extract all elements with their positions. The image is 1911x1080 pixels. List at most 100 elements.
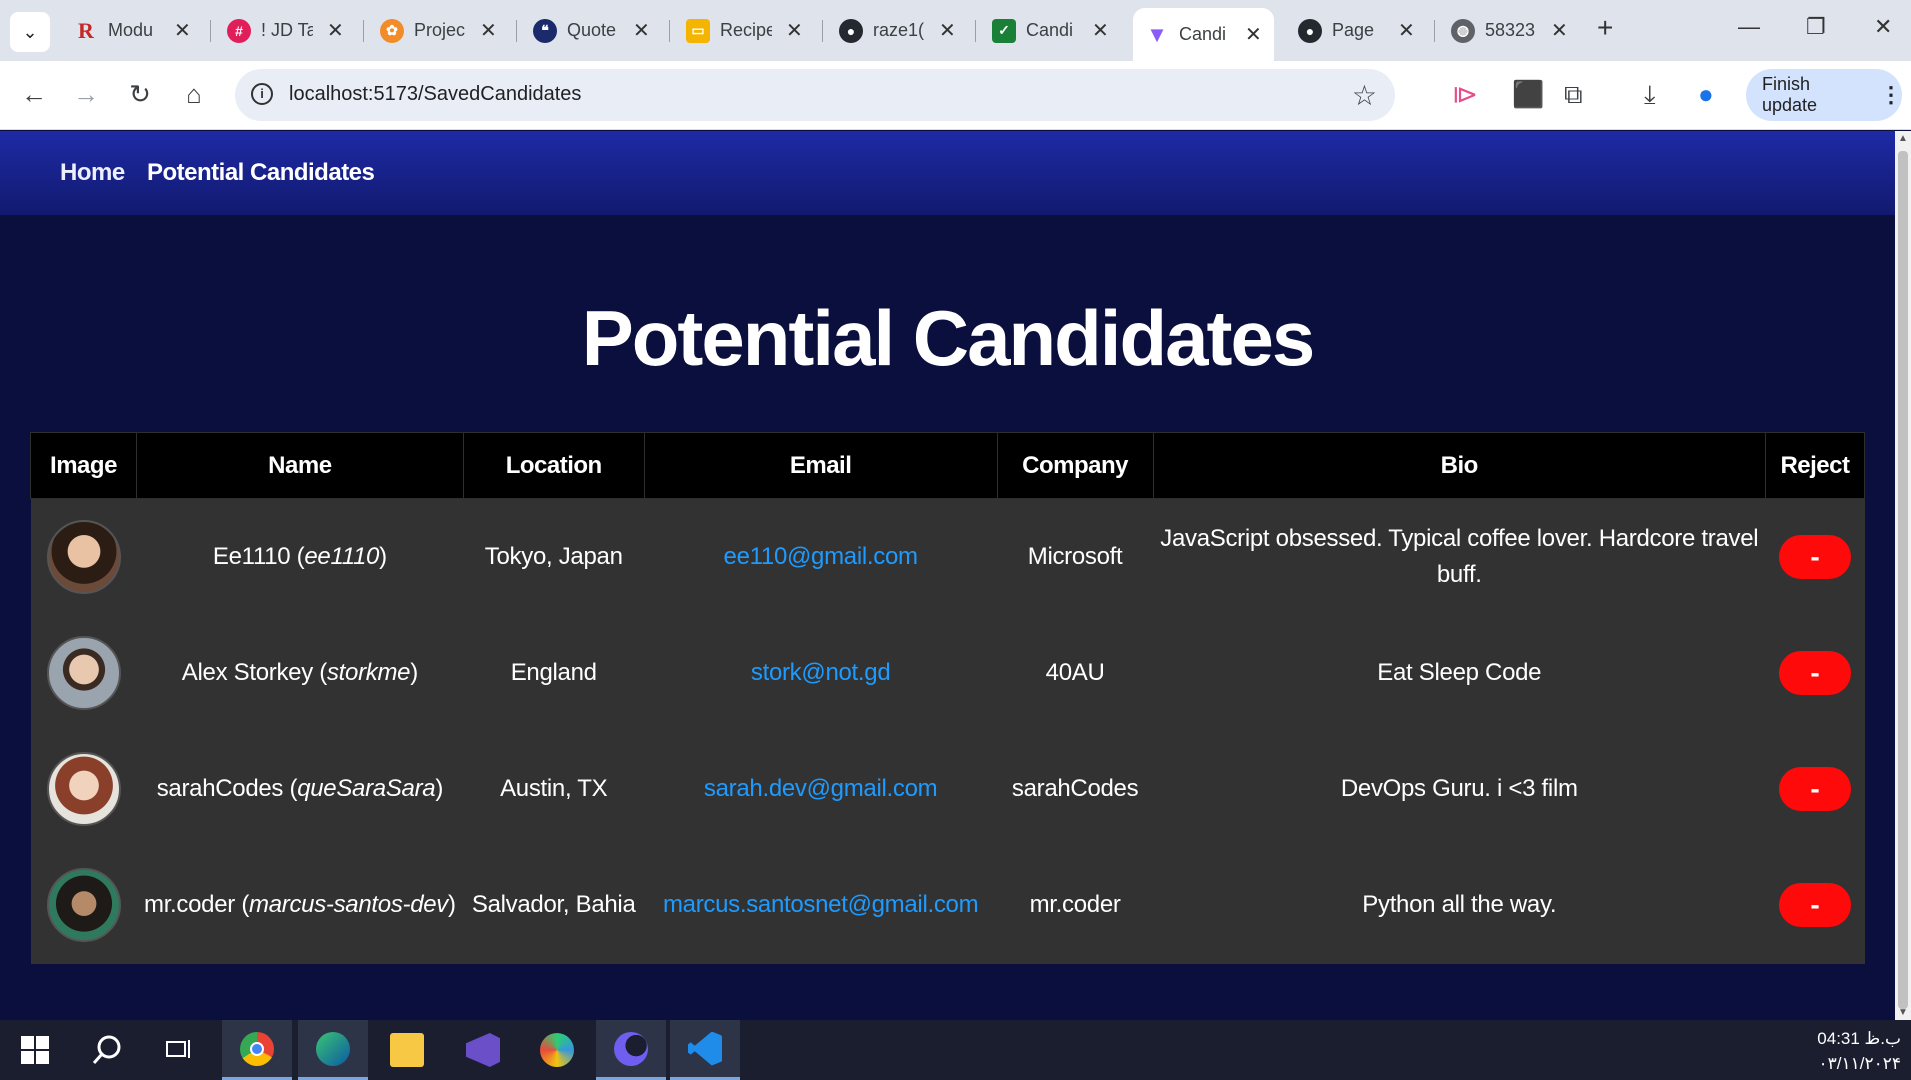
candidate-location: Tokyo, Japan — [463, 498, 645, 615]
nav-link-potential-candidates[interactable]: Potential Candidates — [147, 159, 375, 187]
clock-date: ۰۳/۱۱/۲۰۲۴ — [1818, 1054, 1902, 1073]
candidate-avatar — [46, 868, 121, 942]
reload-icon[interactable]: ↻ — [124, 79, 156, 110]
table-row: Alex Storkey (storkme) England stork@not… — [30, 614, 1865, 731]
tab-label: Quote — [567, 20, 617, 40]
column-header-reject: Reject — [1764, 432, 1866, 499]
file-explorer-icon[interactable] — [372, 1020, 442, 1080]
tab-label: Projec — [414, 20, 466, 40]
column-header-name: Name — [135, 432, 464, 499]
task-view-icon[interactable] — [144, 1020, 214, 1080]
search-icon[interactable] — [72, 1020, 142, 1080]
candidate-login: marcus-santos-dev — [249, 891, 449, 918]
close-icon[interactable]: ✕ — [939, 18, 956, 43]
minimize-icon[interactable]: — — [1738, 14, 1760, 40]
finish-update-label: Finish update — [1762, 74, 1818, 115]
project-icon: ✿ — [380, 18, 404, 43]
browser-tab[interactable]: ✓ Candi ✕ — [980, 8, 1121, 53]
scroll-up-icon[interactable]: ▲ — [1898, 133, 1908, 144]
browser-tab[interactable]: ❝ Quote ✕ — [521, 8, 662, 53]
candidate-login: queSaraSara — [297, 774, 436, 802]
candidate-bio: DevOps Guru. i <3 film — [1153, 730, 1766, 847]
extension-puzzle-badge-icon[interactable]: ⬛ — [1512, 79, 1544, 110]
tab-search-chevron-icon[interactable]: ⌄ — [10, 12, 50, 52]
moon-app-icon[interactable] — [596, 1020, 666, 1080]
browser-tab[interactable]: ● raze1( ✕ — [827, 8, 968, 53]
browser-tab[interactable]: ● Page ✕ — [1286, 8, 1427, 53]
table-row: mr.coder (marcus-santos-dev) Salvador, B… — [30, 846, 1865, 964]
reject-button[interactable]: - — [1778, 650, 1851, 695]
reject-button[interactable]: - — [1778, 534, 1851, 579]
browser-tab[interactable]: ◍ 58323 ✕ — [1439, 8, 1580, 53]
candidate-login: storkme — [326, 658, 411, 686]
back-arrow-icon[interactable]: ← — [18, 79, 50, 110]
scrollbar-thumb[interactable] — [1898, 151, 1908, 1009]
column-header-email: Email — [643, 432, 998, 499]
new-tab-plus-icon[interactable]: + — [1597, 12, 1613, 44]
visual-studio-icon[interactable] — [448, 1020, 518, 1080]
close-icon[interactable]: ✕ — [174, 18, 191, 43]
site-info-icon[interactable]: i — [251, 83, 273, 105]
browser-tab[interactable]: ✿ Projec ✕ — [368, 8, 509, 53]
tab-label: ! JD Ta — [261, 20, 313, 40]
chrome-taskbar-icon[interactable] — [222, 1020, 292, 1080]
colorful-app-icon[interactable] — [522, 1020, 592, 1080]
reject-button[interactable]: - — [1778, 766, 1851, 811]
scroll-down-icon[interactable]: ▼ — [1898, 1007, 1908, 1018]
forward-arrow-icon[interactable]: → — [70, 79, 102, 110]
browser-tab[interactable]: # ! JD Ta ✕ — [215, 8, 356, 53]
vscode-taskbar-icon[interactable] — [670, 1020, 740, 1080]
candidate-email-link[interactable]: stork@not.gd — [751, 659, 891, 686]
finish-update-button[interactable]: Finish update ⋮ — [1746, 69, 1902, 121]
media-extension-icon[interactable]: ⧐ — [1452, 79, 1478, 110]
tab-label: Page — [1332, 20, 1375, 40]
column-header-company: Company — [996, 432, 1154, 499]
close-icon[interactable]: ✕ — [1551, 18, 1568, 43]
slides-icon: ▭ — [686, 18, 710, 43]
profile-avatar-icon[interactable]: ● — [1698, 79, 1714, 110]
close-icon[interactable]: ✕ — [786, 18, 803, 43]
bookmark-star-icon[interactable]: ☆ — [1352, 79, 1377, 112]
page-scrollbar[interactable]: ▲ ▼ — [1895, 131, 1911, 1020]
browser-tab-active[interactable]: ▼ Candi ✕ — [1133, 8, 1274, 61]
github-icon: ● — [839, 18, 863, 43]
address-url[interactable]: localhost:5173/SavedCandidates — [289, 83, 581, 106]
close-icon[interactable]: ✕ — [327, 18, 344, 43]
candidate-email-link[interactable]: sarah.dev@gmail.com — [704, 775, 938, 802]
system-clock[interactable]: 04:31 ب.ظ ۰۳/۱۱/۲۰۲۴ — [1817, 1026, 1901, 1076]
candidate-location: England — [463, 614, 645, 731]
candidate-icon: ✓ — [992, 18, 1016, 43]
browser-tab[interactable]: R Modu ✕ — [62, 8, 203, 53]
windows-taskbar: 04:31 ب.ظ ۰۳/۱۱/۲۰۲۴ — [0, 1020, 1911, 1080]
table-row: sarahCodes (queSaraSara) Austin, TX sara… — [30, 730, 1865, 847]
candidate-avatar — [46, 519, 121, 594]
browser-tab[interactable]: ▭ Recipe ✕ — [674, 8, 815, 53]
candidate-email-link[interactable]: marcus.santosnet@gmail.com — [663, 891, 979, 918]
window-close-icon[interactable]: ✕ — [1874, 14, 1892, 40]
candidate-name: Alex Storkey — [181, 658, 313, 686]
download-icon[interactable]: ⤓ — [1644, 79, 1656, 111]
edge-taskbar-icon[interactable] — [298, 1020, 368, 1080]
candidate-company: Microsoft — [997, 498, 1154, 615]
nav-link-home[interactable]: Home — [60, 159, 125, 187]
address-bar[interactable]: i localhost:5173/SavedCandidates ☆ — [235, 69, 1395, 121]
github-icon: ● — [1298, 18, 1322, 43]
home-icon[interactable]: ⌂ — [178, 79, 210, 110]
restore-icon[interactable]: ❐ — [1806, 14, 1826, 40]
more-vertical-icon[interactable]: ⋮ — [1880, 82, 1902, 108]
close-icon[interactable]: ✕ — [633, 18, 650, 43]
column-header-location: Location — [462, 432, 645, 499]
column-header-bio: Bio — [1152, 432, 1766, 499]
close-icon[interactable]: ✕ — [480, 18, 497, 43]
candidate-bio: Python all the way. — [1153, 846, 1766, 964]
windows-start-icon[interactable] — [0, 1020, 70, 1080]
candidate-email-link[interactable]: ee110@gmail.com — [724, 543, 918, 570]
candidate-name: sarahCodes — [156, 774, 284, 802]
reject-button[interactable]: - — [1778, 883, 1851, 927]
extensions-puzzle-icon[interactable]: ⧉ — [1564, 79, 1583, 111]
column-header-image: Image — [30, 432, 137, 499]
candidate-location: Salvador, Bahia — [463, 846, 645, 964]
close-icon[interactable]: ✕ — [1092, 18, 1109, 43]
close-icon[interactable]: ✕ — [1245, 22, 1262, 47]
close-icon[interactable]: ✕ — [1398, 18, 1415, 43]
